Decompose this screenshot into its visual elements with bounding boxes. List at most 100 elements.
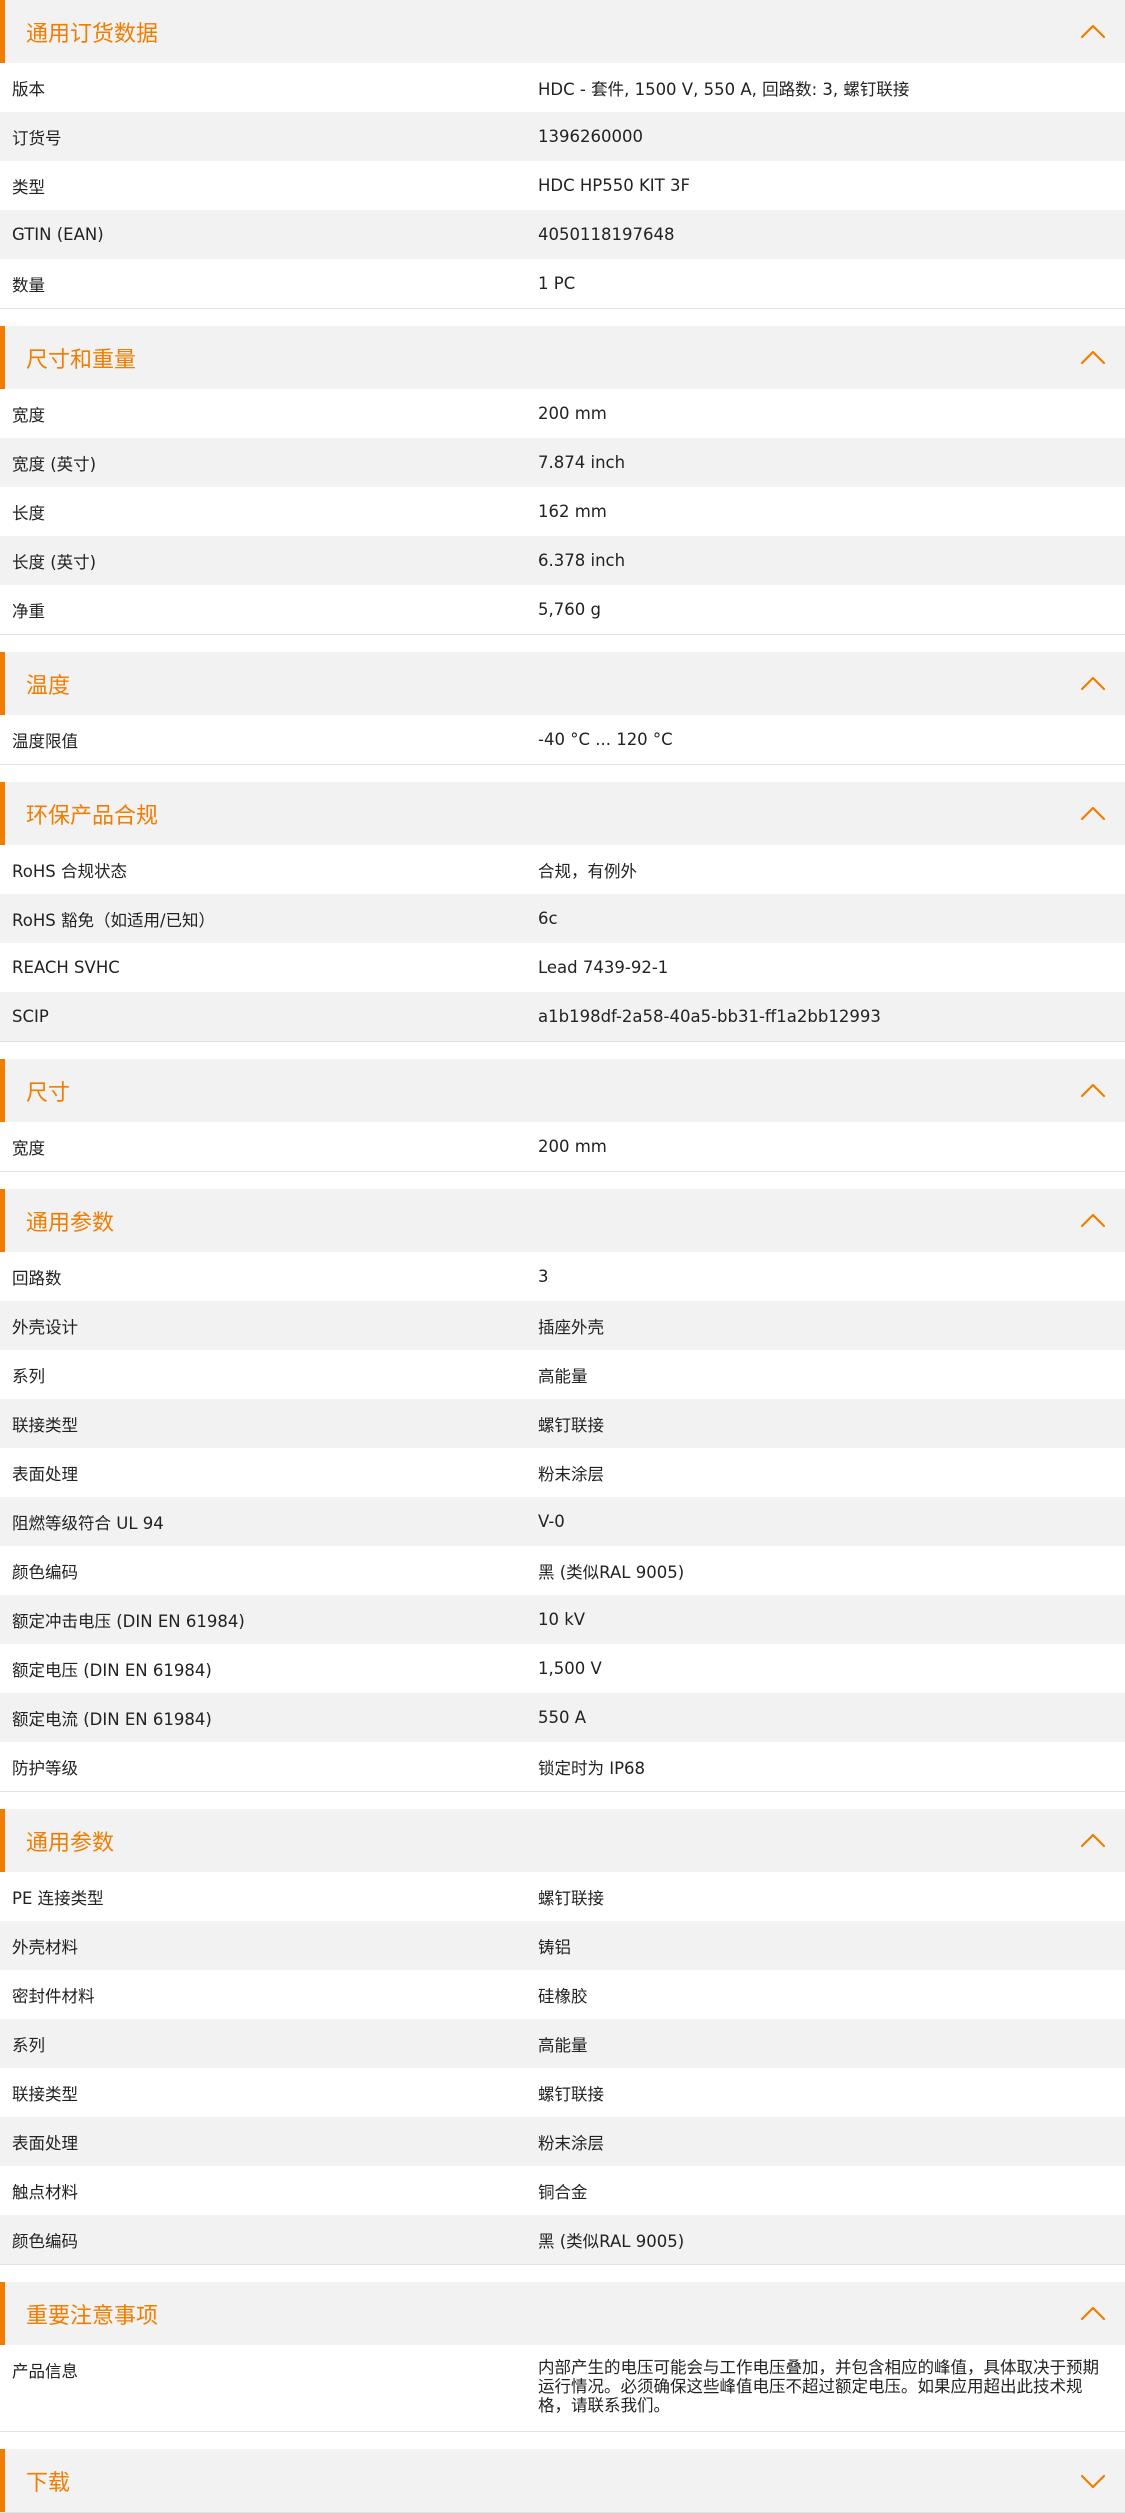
- spec-value: -40 °C ... 120 °C: [538, 730, 673, 749]
- spec-value: 6.378 inch: [538, 551, 626, 570]
- section-title: 下载: [26, 2470, 71, 2496]
- spec-row: 系列 高能量: [0, 1350, 1125, 1399]
- spec-value: 200 mm: [538, 404, 607, 423]
- chevron-up-icon[interactable]: [1078, 1206, 1108, 1236]
- spec-label: 产品信息: [12, 2362, 78, 2381]
- spec-value: 1396260000: [538, 127, 643, 146]
- section-title: 尺寸和重量: [26, 347, 137, 373]
- spec-value: 550 A: [538, 1708, 587, 1727]
- chevron-up-icon[interactable]: [1078, 669, 1108, 699]
- spec-label: 订货号: [12, 128, 62, 148]
- spec-value: 粉末涂层: [538, 1464, 604, 1484]
- spec-value: 螺钉联接: [538, 1888, 604, 1908]
- spec-row: PE 连接类型 螺钉联接: [0, 1872, 1125, 1921]
- spec-row: 产品信息 内部产生的电压可能会与工作电压叠加，并包含相应的峰值，具体取决于预期运行…: [0, 2345, 1125, 2431]
- section-title: 重要注意事项: [26, 2303, 159, 2329]
- spec-row: RoHS 豁免（如适用/已知） 6c: [0, 894, 1125, 943]
- spec-row: 联接类型 螺钉联接: [0, 2068, 1125, 2117]
- spec-label: 联接类型: [12, 2084, 78, 2104]
- spec-row: 版本 HDC - 套件, 1500 V, 550 A, 回路数: 3, 螺钉联接: [0, 63, 1125, 112]
- spec-row: 额定电流 (DIN EN 61984) 550 A: [0, 1693, 1125, 1742]
- section-rows: 回路数 3 外壳设计 插座外壳 系列 高能量 联接类型 螺钉联接 表面处理 粉末涂层 阻燃等级符合 …: [0, 1252, 1125, 1791]
- spec-label: 联接类型: [12, 1415, 78, 1435]
- spec-section: 通用参数 PE 连接类型 螺钉联接 外壳材料 铸铝 密封件材料 硅橡胶 系列 高能量 联接类型 螺钉…: [0, 1809, 1125, 2265]
- spec-row: 颜色编码 黑 (类似RAL 9005): [0, 1546, 1125, 1595]
- section-header[interactable]: 通用订货数据: [0, 0, 1125, 63]
- product-spec-page: 通用订货数据 版本 HDC - 套件, 1500 V, 550 A, 回路数: 3,…: [0, 0, 1125, 2513]
- spec-label: 宽度: [12, 1138, 45, 1158]
- section-rows: PE 连接类型 螺钉联接 外壳材料 铸铝 密封件材料 硅橡胶 系列 高能量 联接类型 螺钉联接 表面…: [0, 1872, 1125, 2264]
- spec-row: 密封件材料 硅橡胶: [0, 1970, 1125, 2019]
- spec-label: 宽度: [12, 405, 45, 425]
- section-header[interactable]: 尺寸: [0, 1059, 1125, 1122]
- spec-label: 长度: [12, 503, 45, 523]
- chevron-up-icon[interactable]: [1078, 2299, 1108, 2329]
- spec-section: 尺寸宽度 200 mm: [0, 1059, 1125, 1172]
- section-title: 通用参数: [26, 1830, 115, 1856]
- chevron-up-icon[interactable]: [1078, 343, 1108, 373]
- spec-label: 颜色编码: [12, 1562, 78, 1582]
- spec-section: 通用参数 回路数 3 外壳设计 插座外壳 系列 高能量 联接类型 螺钉联接 表面处理 粉末涂层 阻燃等…: [0, 1189, 1125, 1792]
- spec-value: 200 mm: [538, 1137, 607, 1156]
- spec-value: 硅橡胶: [538, 1986, 588, 2006]
- section-rows: 产品信息 内部产生的电压可能会与工作电压叠加，并包含相应的峰值，具体取决于预期运行…: [0, 2345, 1125, 2431]
- spec-value: 高能量: [538, 1366, 588, 1386]
- spec-label: GTIN (EAN): [12, 225, 104, 244]
- spec-label: 额定电流 (DIN EN 61984): [12, 1709, 212, 1729]
- spec-section: 重要注意事项产品信息 内部产生的电压可能会与工作电压叠加，并包含相应的峰值，具体取…: [0, 2282, 1125, 2432]
- spec-label: 系列: [12, 2035, 45, 2055]
- chevron-up-icon[interactable]: [1078, 799, 1108, 829]
- spec-label: 触点材料: [12, 2182, 78, 2202]
- spec-section: 尺寸和重量 宽度 200 mm 宽度 (英寸) 7.874 inch 长度 162 mm 长度…: [0, 326, 1125, 635]
- spec-value: 1,500 V: [538, 1659, 602, 1678]
- chevron-up-icon[interactable]: [1078, 17, 1108, 47]
- spec-row: 长度 (英寸) 6.378 inch: [0, 536, 1125, 585]
- spec-section: 温度 温度限值 -40 °C ... 120 °C: [0, 652, 1125, 765]
- spec-row: SCIP a1b198df-2a58-40a5-bb31-ff1a2bb12993: [0, 992, 1125, 1041]
- spec-row: 类型 HDC HP550 KIT 3F: [0, 161, 1125, 210]
- chevron-up-icon[interactable]: [1078, 1826, 1108, 1856]
- spec-row: RoHS 合规状态 合规，有例外: [0, 845, 1125, 894]
- section-header[interactable]: 通用参数: [0, 1189, 1125, 1252]
- chevron-down-icon[interactable]: [1078, 2466, 1108, 2496]
- spec-label: 净重: [12, 601, 45, 621]
- spec-value: V-0: [538, 1512, 565, 1531]
- spec-value: 铜合金: [538, 2182, 588, 2202]
- spec-value: 铸铝: [538, 1937, 571, 1957]
- spec-row: 外壳设计 插座外壳: [0, 1301, 1125, 1350]
- section-header[interactable]: 重要注意事项: [0, 2282, 1125, 2345]
- spec-section: 通用订货数据 版本 HDC - 套件, 1500 V, 550 A, 回路数: 3,…: [0, 0, 1125, 309]
- spec-label: 宽度 (英寸): [12, 454, 97, 474]
- section-header[interactable]: 下载: [0, 2449, 1125, 2512]
- spec-label: 类型: [12, 177, 45, 197]
- spec-row: REACH SVHC Lead 7439-92-1: [0, 943, 1125, 992]
- spec-value: 插座外壳: [538, 1317, 604, 1337]
- spec-value: 7.874 inch: [538, 453, 626, 472]
- spec-row: GTIN (EAN) 4050118197648: [0, 210, 1125, 259]
- spec-label: 防护等级: [12, 1758, 78, 1778]
- spec-value: a1b198df-2a58-40a5-bb31-ff1a2bb12993: [538, 1007, 881, 1026]
- section-title: 尺寸: [26, 1080, 71, 1106]
- section-rows: 宽度 200 mm 宽度 (英寸) 7.874 inch 长度 162 mm 长度 (英寸)…: [0, 389, 1125, 634]
- spec-value: 螺钉联接: [538, 1415, 604, 1435]
- spec-label: 额定电压 (DIN EN 61984): [12, 1660, 212, 1680]
- spec-row: 宽度 (英寸) 7.874 inch: [0, 438, 1125, 487]
- section-header[interactable]: 温度: [0, 652, 1125, 715]
- spec-row: 颜色编码 黑 (类似RAL 9005): [0, 2215, 1125, 2264]
- section-rows: RoHS 合规状态 合规，有例外 RoHS 豁免（如适用/已知） 6c REACH SV…: [0, 845, 1125, 1041]
- spec-row: 表面处理 粉末涂层: [0, 2117, 1125, 2166]
- spec-label: 系列: [12, 1366, 45, 1386]
- spec-value: 内部产生的电压可能会与工作电压叠加，并包含相应的峰值，具体取决于预期运行情况。必…: [538, 2358, 1099, 2415]
- section-header[interactable]: 环保产品合规: [0, 782, 1125, 845]
- spec-label: 外壳设计: [12, 1317, 78, 1337]
- section-header[interactable]: 通用参数: [0, 1809, 1125, 1872]
- section-header[interactable]: 尺寸和重量: [0, 326, 1125, 389]
- spec-label: 额定冲击电压 (DIN EN 61984): [12, 1611, 245, 1631]
- chevron-up-icon[interactable]: [1078, 1076, 1108, 1106]
- spec-section: 环保产品合规 RoHS 合规状态 合规，有例外 RoHS 豁免（如适用/已知） 6c RE…: [0, 782, 1125, 1042]
- spec-row: 系列 高能量: [0, 2019, 1125, 2068]
- spec-row: 额定冲击电压 (DIN EN 61984) 10 kV: [0, 1595, 1125, 1644]
- spec-row: 净重 5,760 g: [0, 585, 1125, 634]
- spec-value: 4050118197648: [538, 225, 675, 244]
- spec-value: Lead 7439-92-1: [538, 958, 669, 977]
